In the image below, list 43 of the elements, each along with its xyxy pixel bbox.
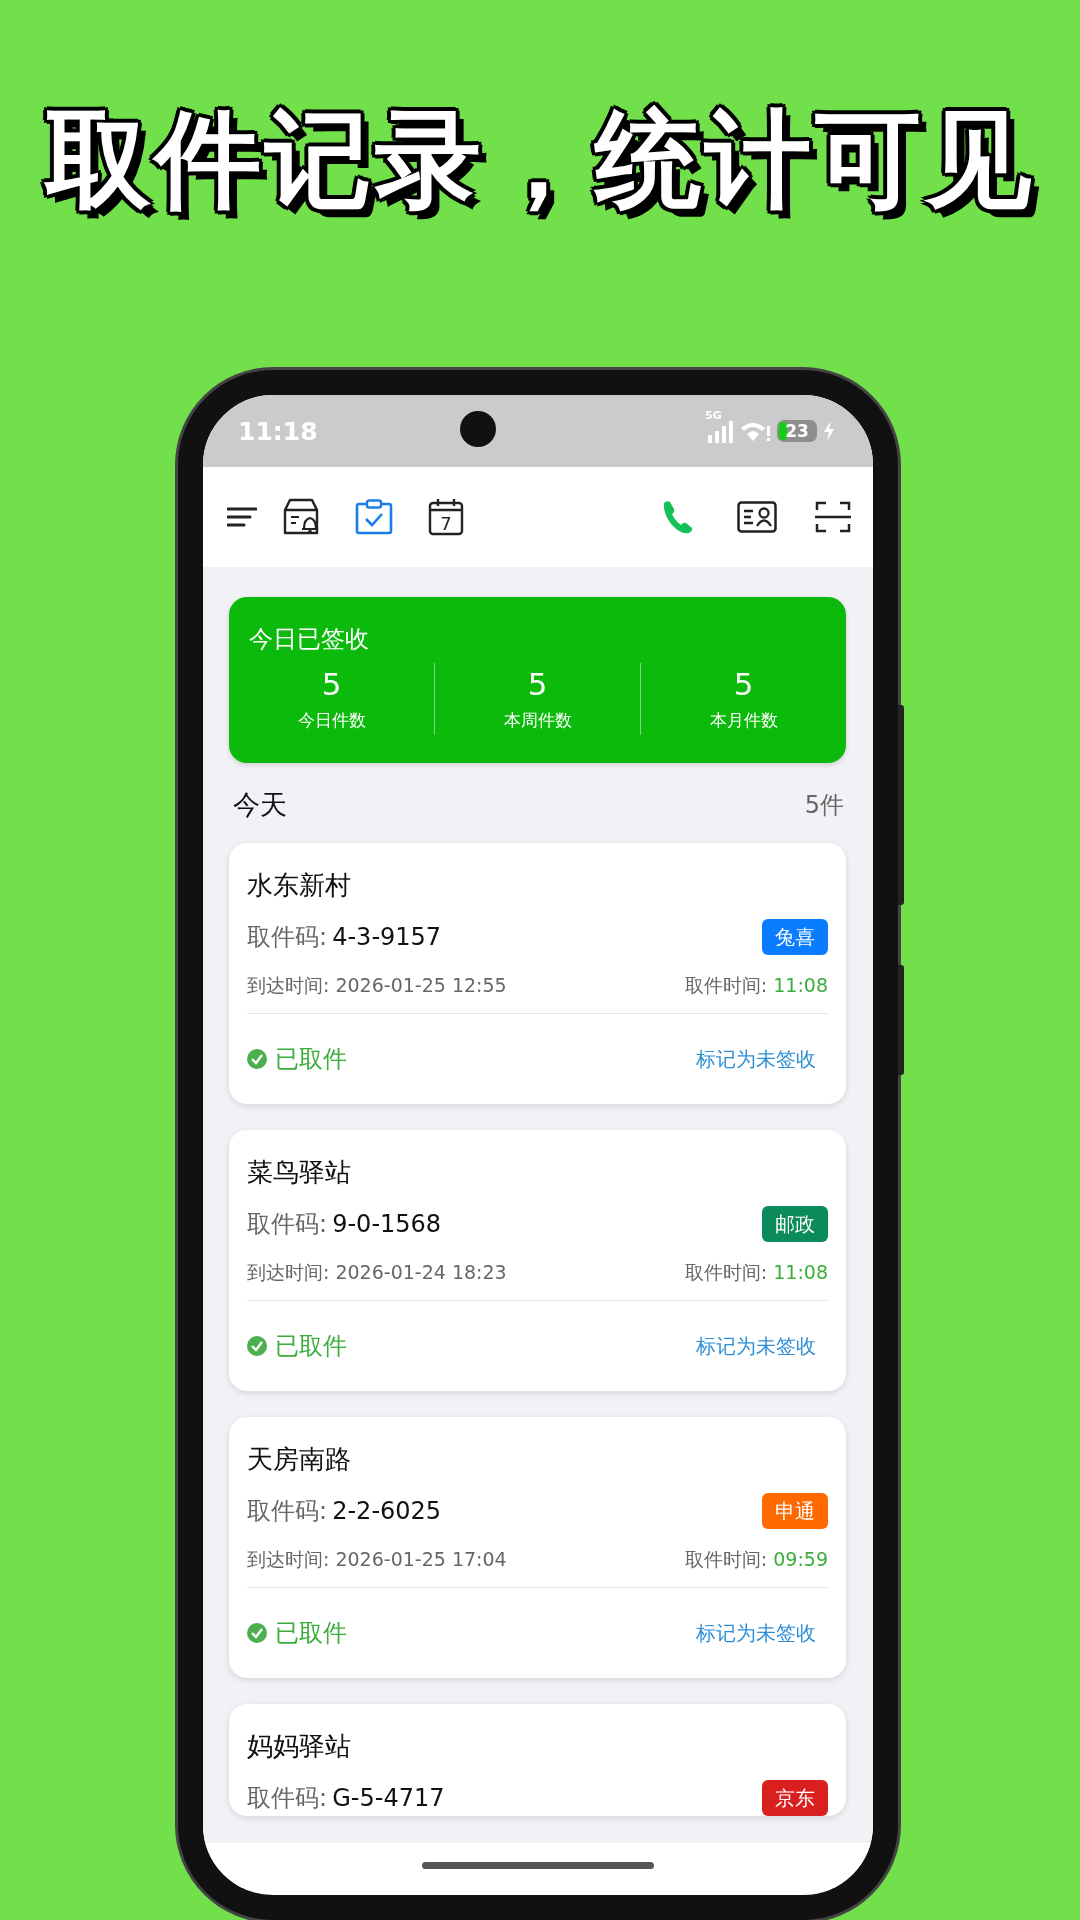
arrival-time: 到达时间: 2026-01-25 12:55	[247, 973, 507, 998]
section-count: 5件	[804, 790, 844, 821]
pickup-code: 取件码: 9-0-1568	[247, 1209, 442, 1240]
section-title: 今天	[233, 788, 287, 822]
carrier-tag: 邮政	[762, 1206, 828, 1242]
scan-icon[interactable]	[815, 500, 851, 534]
wifi-icon	[739, 420, 771, 442]
station-name: 水东新村	[247, 869, 352, 902]
arrival-time: 到达时间: 2026-01-24 18:23	[247, 1260, 507, 1285]
stat-label: 本月件数	[709, 709, 778, 732]
arrival-time: 到达时间: 2026-01-25 17:04	[247, 1547, 507, 1572]
pickup-code: 取件码: 2-2-6025	[247, 1496, 442, 1527]
pickup-time: 取件时间: 09:59	[684, 1547, 828, 1572]
stat-label: 今日件数	[297, 709, 366, 732]
pickup-status: 已取件	[275, 1618, 347, 1649]
pickup-status: 已取件	[275, 1044, 347, 1075]
parcel-card[interactable]: 天房南路 取件码: 2-2-6025 申通 到达时间: 2026-01-25 17:04 取件时间: 09:59 已取件 标记为未签收	[229, 1417, 846, 1678]
stat-label: 本周件数	[503, 709, 572, 732]
charging-icon	[823, 421, 835, 441]
stat-value: 5	[321, 665, 342, 704]
calendar-day: 7	[440, 513, 452, 534]
carrier-tag: 京东	[762, 1780, 828, 1816]
summary-title: 今日已签收	[248, 624, 370, 655]
pickup-time: 取件时间: 11:08	[684, 1260, 828, 1285]
contact-card-icon[interactable]	[737, 501, 777, 533]
stat-value: 5	[733, 665, 754, 704]
pickup-status: 已取件	[275, 1331, 347, 1362]
parcel-card[interactable]: 水东新村 取件码: 4-3-9157 兔喜 到达时间: 2026-01-25 12:55 取件时间: 11:08 已取件 标记为未签收	[229, 843, 846, 1104]
station-name: 天房南路	[247, 1443, 352, 1476]
headline: 取件记录，统计可见	[45, 96, 1035, 223]
pickup-time: 取件时间: 11:08	[684, 973, 828, 998]
station-name: 妈妈驿站	[247, 1730, 352, 1763]
parcel-card[interactable]: 妈妈驿站 取件码: G-5-4717 京东	[229, 1704, 846, 1816]
stat-value: 5	[527, 665, 548, 704]
signal-icon	[705, 421, 733, 443]
pickup-code: 取件码: 4-3-9157	[247, 922, 442, 953]
pickup-code: 取件码: G-5-4717	[247, 1783, 445, 1814]
carrier-tag: 申通	[762, 1493, 828, 1529]
station-name: 菜鸟驿站	[247, 1156, 352, 1189]
camera-hole-icon	[460, 411, 496, 447]
carrier-tag: 兔喜	[762, 919, 828, 955]
parcel-card[interactable]: 菜鸟驿站 取件码: 9-0-1568 邮政 到达时间: 2026-01-24 18:23 取件时间: 11:08 已取件 标记为未签收	[229, 1130, 846, 1391]
menu-icon[interactable]	[227, 506, 257, 528]
